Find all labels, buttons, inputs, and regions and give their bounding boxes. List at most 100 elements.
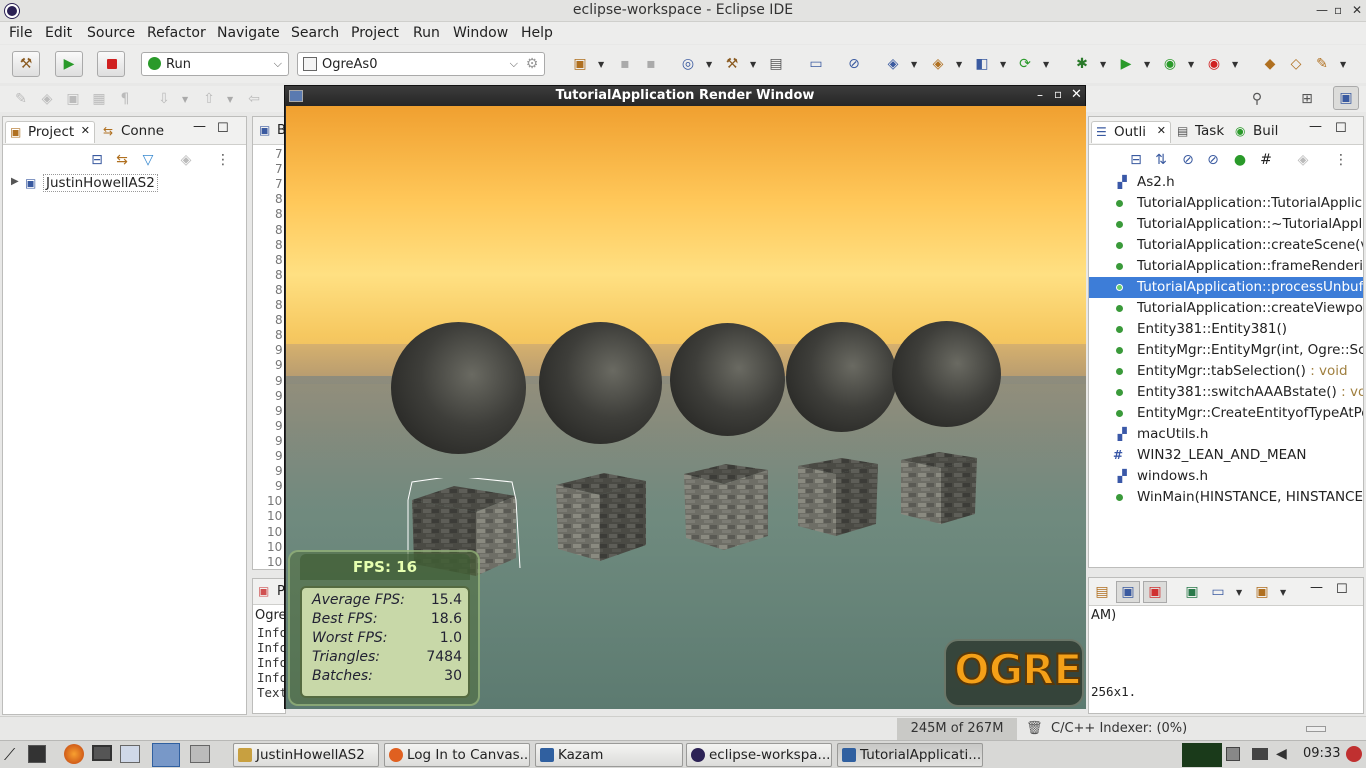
tab-outline[interactable]: ☰ Outli ✕ [1091, 121, 1171, 143]
outline-item[interactable]: WinMain(HINSTANCE, HINSTANCE, [1089, 487, 1363, 508]
outline-item[interactable]: TutorialApplication::createViewport [1089, 298, 1363, 319]
open-console-icon[interactable]: ▣ [1183, 583, 1201, 601]
task-kazam[interactable]: Kazam [535, 743, 683, 767]
view-menu-icon[interactable]: ⋮ [1332, 151, 1350, 169]
maximize-panel-icon[interactable]: ☐ [1336, 582, 1348, 597]
focus-icon[interactable]: ◈ [177, 151, 195, 169]
display-console-icon[interactable]: ▭ [1209, 583, 1227, 601]
close-icon[interactable]: ✕ [1071, 87, 1082, 102]
filter-icon[interactable]: ▽ [139, 151, 157, 169]
open-perspective-icon[interactable]: ⊞ [1298, 90, 1316, 108]
outline-item[interactable]: TutorialApplication::createScene(vo [1089, 235, 1363, 256]
outline-item[interactable]: EntityMgr::EntityMgr(int, Ogre::Scer [1089, 340, 1363, 361]
new-class-icon[interactable]: ◈ [884, 55, 902, 73]
chevron-down-icon[interactable]: ▼ [598, 60, 604, 69]
menu-window[interactable]: Window [453, 25, 508, 41]
tab-tasks[interactable]: ▤ Task [1173, 121, 1231, 143]
hide-static-icon[interactable]: ⊘ [1204, 151, 1222, 169]
menu-edit[interactable]: Edit [45, 25, 72, 41]
chevron-down-icon[interactable]: ▼ [1232, 60, 1238, 69]
tab-connections[interactable]: ⇆ Conne [99, 121, 179, 143]
menu-help[interactable]: Help [521, 25, 553, 41]
task-log-in-to-canvas[interactable]: Log In to Canvas... [384, 743, 530, 767]
toggle-icon[interactable]: ▣ [64, 90, 82, 108]
chevron-down-icon[interactable]: ▼ [1000, 60, 1006, 69]
chevron-down-icon[interactable]: ▼ [1236, 588, 1242, 597]
prev-annotation-icon[interactable]: ⇧ [200, 90, 218, 108]
menu-project[interactable]: Project [351, 25, 399, 41]
open-folder-icon[interactable]: ◇ [1287, 55, 1305, 73]
close-tab-icon[interactable]: ✕ [1157, 124, 1166, 137]
terminal-icon[interactable] [92, 745, 112, 761]
save-all-icon[interactable]: ▪ [642, 55, 660, 73]
workspace-icon[interactable] [152, 743, 180, 767]
progress-icon[interactable] [1306, 726, 1326, 732]
outline-item[interactable]: EntityMgr::CreateEntityofTypeAtPos [1089, 403, 1363, 424]
hide-fields-icon[interactable]: ⊘ [1179, 151, 1197, 169]
refresh-icon[interactable]: ⟳ [1016, 55, 1034, 73]
menu-refactor[interactable]: Refactor [147, 25, 206, 41]
new-icon[interactable]: ▣ [571, 55, 589, 73]
close-icon[interactable]: ✕ [1352, 3, 1362, 17]
task-eclipse-workspace[interactable]: eclipse-workspa... [686, 743, 832, 767]
close-tab-icon[interactable]: ✕ [81, 124, 90, 137]
menu-file[interactable]: File [9, 25, 32, 41]
hide-nonpublic-icon[interactable]: ● [1231, 151, 1249, 169]
expand-arrow-icon[interactable]: ▶ [11, 176, 19, 187]
hide-defines-icon[interactable]: # [1257, 151, 1275, 169]
build-button[interactable]: ⚒ [12, 51, 40, 77]
outline-item[interactable]: EntityMgr::tabSelection() : void [1089, 361, 1363, 382]
outline-item[interactable]: Entity381::Entity381() [1089, 319, 1363, 340]
run-icon[interactable]: ▶ [1117, 55, 1135, 73]
new-folder-icon[interactable]: ◈ [929, 55, 947, 73]
outline-item[interactable]: TutorialApplication::frameRenderin [1089, 256, 1363, 277]
paragraph-icon[interactable]: ¶ [116, 90, 134, 108]
chevron-down-icon[interactable]: ▼ [1280, 588, 1286, 597]
chevron-down-icon[interactable]: ▼ [182, 95, 188, 104]
windows-icon[interactable] [120, 745, 140, 763]
launch-mode-select[interactable]: Run ⌵ [141, 52, 289, 76]
minimize-icon[interactable]: — [1316, 3, 1328, 17]
render-window-titlebar[interactable]: TutorialApplication Render Window – ▫ ✕ [285, 86, 1085, 106]
minimize-icon[interactable]: – [1037, 88, 1043, 102]
open-type-icon[interactable]: ◆ [1261, 55, 1279, 73]
outline-item[interactable]: TutorialApplication::TutorialApplica [1089, 193, 1363, 214]
menu-run[interactable]: Run [413, 25, 440, 41]
launch-button[interactable]: ▶ [55, 51, 83, 77]
chevron-down-icon[interactable]: ▼ [1340, 60, 1346, 69]
chevron-down-icon[interactable]: ▼ [1144, 60, 1150, 69]
remove-launch-button[interactable]: ▣ [1143, 581, 1167, 603]
app-icon[interactable] [190, 745, 210, 763]
camera-icon[interactable] [1252, 748, 1268, 760]
collapse-all-icon[interactable]: ⊟ [88, 151, 106, 169]
new-console-icon[interactable]: ▣ [1253, 583, 1271, 601]
sort-icon[interactable]: ⇅ [1152, 151, 1170, 169]
start-menu-icon[interactable]: ⟋ [4, 745, 15, 765]
volume-icon[interactable]: ◀ [1276, 746, 1287, 762]
maximize-panel-icon[interactable]: ☐ [1335, 121, 1347, 136]
outline-item[interactable]: Entity381::switchAAABstate() : voic [1089, 382, 1363, 403]
outline-item[interactable]: TutorialApplication::~TutorialApplic [1089, 214, 1363, 235]
minimize-panel-icon[interactable]: — [193, 119, 206, 134]
chevron-down-icon[interactable]: ▼ [1100, 60, 1106, 69]
gear-icon[interactable]: ⚙ [523, 55, 541, 73]
binary-icon[interactable]: ▤ [767, 55, 785, 73]
link-editor-icon[interactable]: ⇆ [113, 151, 131, 169]
pin-console-button[interactable]: ▣ [1116, 581, 1140, 603]
skip-breakpoints-icon[interactable]: ⊘ [845, 55, 863, 73]
tab-build[interactable]: ◉ Buil [1231, 121, 1291, 143]
next-annotation-icon[interactable]: ⇩ [155, 90, 173, 108]
chevron-down-icon[interactable]: ▼ [227, 95, 233, 104]
stop-button[interactable] [97, 51, 125, 77]
network-icon[interactable] [1226, 747, 1240, 761]
outline-item[interactable]: ▗▘ As2.h [1089, 172, 1363, 193]
firefox-icon[interactable] [64, 744, 84, 764]
annotation-icon[interactable]: ◈ [38, 90, 56, 108]
minimize-panel-icon[interactable]: — [1309, 119, 1322, 134]
chevron-down-icon[interactable]: ▼ [750, 60, 756, 69]
power-icon[interactable] [1346, 746, 1362, 762]
target-icon[interactable]: ◎ [679, 55, 697, 73]
chevron-down-icon[interactable]: ▼ [956, 60, 962, 69]
desktop-icon[interactable] [28, 745, 46, 763]
outline-item[interactable]: # WIN32_LEAN_AND_MEAN [1089, 445, 1363, 466]
